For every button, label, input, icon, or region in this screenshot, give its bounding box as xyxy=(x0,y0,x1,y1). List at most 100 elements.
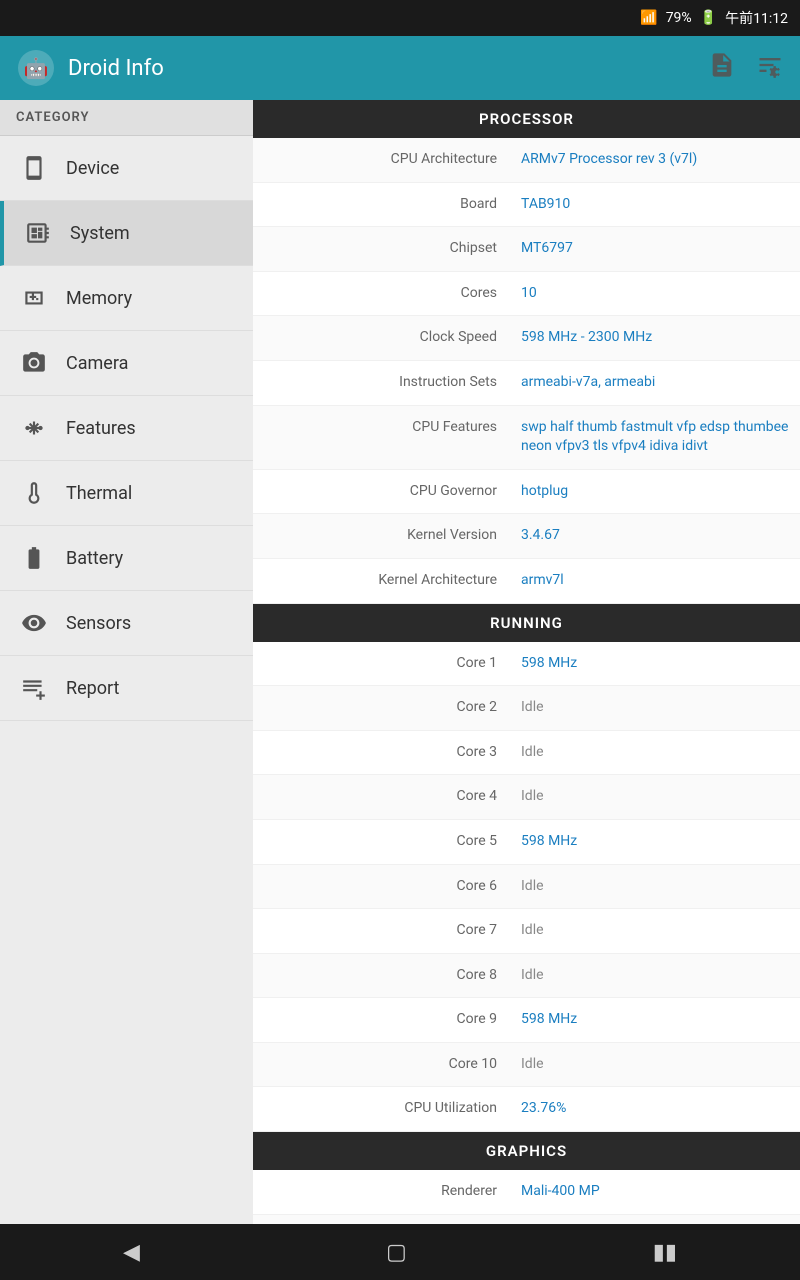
sensors-icon xyxy=(16,605,52,641)
row-label: Kernel Version xyxy=(253,514,513,558)
sidebar-item-report[interactable]: Report xyxy=(0,656,253,721)
table-row: Instruction Sets armeabi-v7a, armeabi xyxy=(253,361,800,406)
row-label: Vendor xyxy=(253,1215,513,1224)
row-value: 23.76% xyxy=(513,1087,800,1131)
signal-icon: 📶 xyxy=(640,10,657,26)
table-row: Kernel Version 3.4.67 xyxy=(253,514,800,559)
row-value: hotplug xyxy=(513,470,800,514)
recent-apps-button[interactable]: ▮▮ xyxy=(629,1232,701,1273)
category-header: CATEGORY xyxy=(0,100,253,136)
sidebar-label-system: System xyxy=(70,223,130,244)
table-row: CPU Governor hotplug xyxy=(253,470,800,515)
row-label: Core 3 xyxy=(253,731,513,775)
battery-icon: 🔋 xyxy=(700,10,717,26)
time-display: 午前11:12 xyxy=(725,8,788,28)
svg-text:🤖: 🤖 xyxy=(24,56,49,80)
row-value: ARMv7 Processor rev 3 (v7l) xyxy=(513,138,800,182)
report-icon-button[interactable] xyxy=(708,51,736,85)
sidebar-label-report: Report xyxy=(66,678,119,699)
camera-icon xyxy=(16,345,52,381)
table-row: Core 5 598 MHz xyxy=(253,820,800,865)
row-label: Board xyxy=(253,183,513,227)
row-value: swp half thumb fastmult vfp edsp thumbee… xyxy=(513,406,800,469)
table-row: Core 9 598 MHz xyxy=(253,998,800,1043)
row-label: Core 1 xyxy=(253,642,513,686)
row-value: Idle xyxy=(513,775,800,819)
sidebar-label-device: Device xyxy=(66,158,119,179)
row-label: CPU Governor xyxy=(253,470,513,514)
table-row: Vendor ARM xyxy=(253,1215,800,1224)
row-value: 598 MHz xyxy=(513,820,800,864)
table-row: Core 6 Idle xyxy=(253,865,800,910)
row-value: 10 xyxy=(513,272,800,316)
sidebar-label-thermal: Thermal xyxy=(66,483,132,504)
sidebar-label-camera: Camera xyxy=(66,353,128,374)
row-value: Idle xyxy=(513,909,800,953)
sidebar-item-thermal[interactable]: Thermal xyxy=(0,461,253,526)
features-icon xyxy=(16,410,52,446)
row-label: Kernel Architecture xyxy=(253,559,513,603)
row-value: Idle xyxy=(513,865,800,909)
sidebar-item-device[interactable]: Device xyxy=(0,136,253,201)
row-label: CPU Features xyxy=(253,406,513,450)
row-label: Core 6 xyxy=(253,865,513,909)
memory-icon xyxy=(16,280,52,316)
report-icon xyxy=(16,670,52,706)
table-row: Core 4 Idle xyxy=(253,775,800,820)
sidebar-label-sensors: Sensors xyxy=(66,613,131,634)
table-row: Core 2 Idle xyxy=(253,686,800,731)
sidebar-item-sensors[interactable]: Sensors xyxy=(0,591,253,656)
row-value: Idle xyxy=(513,731,800,775)
table-row: Clock Speed 598 MHz - 2300 MHz xyxy=(253,316,800,361)
main-area: CATEGORY Device System Memory xyxy=(0,100,800,1224)
row-label: Core 4 xyxy=(253,775,513,819)
running-section-header: RUNNING xyxy=(253,604,800,642)
app-title: Droid Info xyxy=(68,56,688,81)
battery-percent: 79% xyxy=(666,10,692,26)
row-value: Mali-400 MP xyxy=(513,1170,800,1214)
row-value: 598 MHz xyxy=(513,642,800,686)
sidebar-item-battery[interactable]: Battery xyxy=(0,526,253,591)
home-button[interactable]: ▢ xyxy=(362,1232,431,1273)
row-label: CPU Utilization xyxy=(253,1087,513,1131)
settings-icon-button[interactable] xyxy=(756,51,784,85)
row-label: CPU Architecture xyxy=(253,138,513,182)
table-row: Core 1 598 MHz xyxy=(253,642,800,687)
table-row: Kernel Architecture armv7l xyxy=(253,559,800,604)
row-label: Instruction Sets xyxy=(253,361,513,405)
row-label: Chipset xyxy=(253,227,513,271)
row-label: Core 8 xyxy=(253,954,513,998)
row-value: MT6797 xyxy=(513,227,800,271)
table-row: CPU Features swp half thumb fastmult vfp… xyxy=(253,406,800,470)
sidebar-item-memory[interactable]: Memory xyxy=(0,266,253,331)
sidebar-item-camera[interactable]: Camera xyxy=(0,331,253,396)
table-row: Cores 10 xyxy=(253,272,800,317)
sidebar-item-system[interactable]: System xyxy=(0,201,253,266)
system-icon xyxy=(20,215,56,251)
sidebar-label-battery: Battery xyxy=(66,548,123,569)
table-row: Board TAB910 xyxy=(253,183,800,228)
thermal-icon xyxy=(16,475,52,511)
row-value: Idle xyxy=(513,954,800,998)
back-button[interactable]: ◀ xyxy=(99,1232,164,1273)
sidebar: CATEGORY Device System Memory xyxy=(0,100,253,1224)
row-value: Idle xyxy=(513,1043,800,1087)
row-value: 598 MHz - 2300 MHz xyxy=(513,316,800,360)
row-value: TAB910 xyxy=(513,183,800,227)
sidebar-label-features: Features xyxy=(66,418,136,439)
top-bar: 🤖 Droid Info xyxy=(0,36,800,100)
processor-section-header: PROCESSOR xyxy=(253,100,800,138)
table-row: Core 7 Idle xyxy=(253,909,800,954)
battery-icon xyxy=(16,540,52,576)
nav-bar: ◀ ▢ ▮▮ xyxy=(0,1224,800,1280)
table-row: Core 3 Idle xyxy=(253,731,800,776)
app-logo: 🤖 xyxy=(16,48,56,88)
row-label: Core 7 xyxy=(253,909,513,953)
table-row: Chipset MT6797 xyxy=(253,227,800,272)
row-value: ARM xyxy=(513,1215,800,1224)
row-value: 598 MHz xyxy=(513,998,800,1042)
content-area: PROCESSOR CPU Architecture ARMv7 Process… xyxy=(253,100,800,1224)
row-value: 3.4.67 xyxy=(513,514,800,558)
sidebar-item-features[interactable]: Features xyxy=(0,396,253,461)
device-icon xyxy=(16,150,52,186)
